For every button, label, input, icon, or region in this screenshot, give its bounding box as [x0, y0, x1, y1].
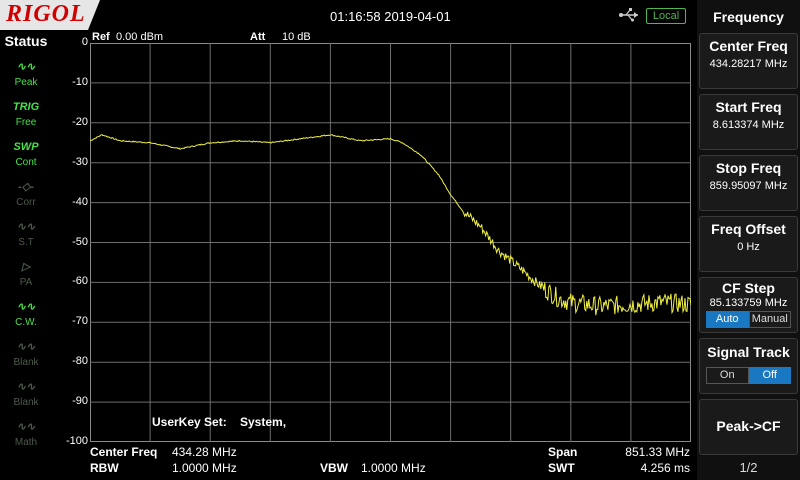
- vbw-value: 1.0000 MHz: [361, 461, 426, 475]
- status-item-pa: ▷ PA: [2, 257, 50, 295]
- status-item-label: Cont: [15, 157, 37, 168]
- start-freq-button[interactable]: Start Freq 8.613374 MHz: [699, 94, 798, 150]
- stop-freq-button-label: Stop Freq: [715, 160, 782, 176]
- spectrum-plot: [90, 43, 691, 442]
- freq-offset-button[interactable]: Freq Offset 0 Hz: [699, 216, 798, 272]
- datetime-display: 01:16:58 2019-04-01: [330, 9, 451, 24]
- status-item-corr: -◇- Corr: [2, 177, 50, 215]
- freq-offset-button-value: 0 Hz: [737, 241, 760, 253]
- brand-text: RIGOL: [6, 1, 86, 27]
- math-icon: ∿∿: [16, 421, 36, 433]
- status-item-label: Free: [15, 117, 37, 128]
- y-tick-label: -90: [72, 395, 88, 408]
- cf-step-button-label: CF Step: [722, 280, 775, 296]
- peak-to-cf-button[interactable]: Peak->CF: [699, 399, 798, 455]
- status-item-free: TRIG Free: [2, 97, 50, 135]
- stop-freq-button-value: 859.95097 MHz: [709, 180, 788, 192]
- userkey-label: UserKey Set:: [152, 415, 227, 429]
- menu-page-indicator: 1/2: [739, 460, 758, 475]
- status-item-label: Blank: [13, 397, 39, 408]
- status-item-blank: ∿∿ Blank: [2, 337, 50, 375]
- peak-to-cf-button-label: Peak->CF: [716, 418, 781, 434]
- ref-level-value: 0.00 dBm: [116, 31, 164, 43]
- pa-icon: ▷: [21, 261, 31, 273]
- y-tick-label: -60: [72, 275, 88, 288]
- freq-offset-button-label: Freq Offset: [711, 221, 786, 237]
- attenuation-label: Att: [250, 31, 266, 43]
- y-tick-label: -100: [65, 435, 88, 447]
- start-freq-button-label: Start Freq: [715, 99, 782, 115]
- center-freq-button[interactable]: Center Freq 434.28217 MHz: [699, 33, 798, 89]
- status-item-label: S.T: [18, 237, 34, 248]
- start-freq-button-value: 8.613374 MHz: [712, 119, 785, 131]
- blank1-icon: ∿∿: [16, 341, 36, 353]
- swt-value: 4.256 ms: [640, 461, 690, 475]
- center-freq-label: Center Freq: [90, 445, 158, 459]
- status-item-label: Math: [14, 437, 38, 448]
- stop-freq-button[interactable]: Stop Freq 859.95097 MHz: [699, 155, 798, 211]
- rbw-value: 1.0000 MHz: [172, 461, 237, 475]
- status-item-label: PA: [19, 277, 33, 288]
- usb-icon: [619, 8, 638, 22]
- signal-track-toggle: On Off: [706, 367, 791, 384]
- cf-step-toggle: Auto Manual: [706, 311, 791, 328]
- status-item-label: Blank: [13, 357, 39, 368]
- y-tick-label: -70: [72, 315, 88, 328]
- status-item-label: Corr: [16, 197, 36, 208]
- status-item-blank: ∿∿ Blank: [2, 377, 50, 415]
- status-item-cont: SWP Cont: [2, 137, 50, 175]
- y-tick-label: 0: [81, 36, 88, 48]
- center-freq-button-label: Center Freq: [709, 38, 788, 54]
- y-tick-label: -40: [72, 195, 88, 208]
- center-freq-button-value: 434.28217 MHz: [709, 58, 788, 70]
- userkey-value: System,: [240, 415, 287, 429]
- status-item-peak: ∿∿ Peak: [2, 57, 50, 95]
- corr-icon: -◇-: [18, 181, 34, 193]
- status-item-s-t: ∿∿ S.T: [2, 217, 50, 255]
- rigol-logo: RIGOL: [0, 0, 100, 30]
- swt-label: SWT: [548, 461, 575, 475]
- attenuation-value: 10 dB: [282, 31, 311, 43]
- y-tick-label: -20: [72, 115, 88, 128]
- status-item-label: C.W.: [15, 317, 37, 328]
- status-item-c-w: ∿∿ C.W.: [2, 297, 50, 335]
- rbw-label: RBW: [90, 461, 119, 475]
- y-tick-label: -50: [72, 235, 88, 248]
- y-tick-label: -80: [72, 355, 88, 368]
- ref-level-label: Ref: [92, 31, 110, 43]
- trig-icon: TRIG: [12, 101, 40, 113]
- span-value: 851.33 MHz: [625, 445, 690, 459]
- vbw-label: VBW: [320, 461, 348, 475]
- signal-track-button-label: Signal Track: [707, 344, 790, 360]
- cf-step-button-value: 85.133759 MHz: [709, 297, 788, 309]
- local-status-badge[interactable]: Local: [646, 8, 686, 24]
- signal-track-button[interactable]: Signal Track On Off: [699, 338, 798, 394]
- cf-step-button[interactable]: CF Step 85.133759 MHz Auto Manual: [699, 277, 798, 333]
- signal-track-on-option[interactable]: On: [706, 367, 749, 384]
- st-icon: ∿∿: [16, 221, 36, 233]
- span-label: Span: [548, 445, 578, 459]
- peak-icon: ∿∿: [16, 61, 36, 73]
- status-title: Status: [4, 33, 48, 49]
- cf-step-manual-option[interactable]: Manual: [748, 311, 791, 328]
- status-item-math: ∿∿ Math: [2, 417, 50, 455]
- blank2-icon: ∿∿: [16, 381, 36, 393]
- swp-icon: SWP: [13, 141, 39, 153]
- cw-icon: ∿∿: [16, 301, 36, 313]
- y-tick-label: -10: [72, 75, 88, 88]
- center-freq-value: 434.28 MHz: [172, 445, 237, 459]
- cf-step-auto-option[interactable]: Auto: [706, 311, 749, 328]
- y-tick-label: -30: [72, 155, 88, 168]
- menu-title: Frequency: [713, 9, 784, 25]
- status-item-label: Peak: [14, 77, 38, 88]
- signal-track-off-option[interactable]: Off: [748, 367, 791, 384]
